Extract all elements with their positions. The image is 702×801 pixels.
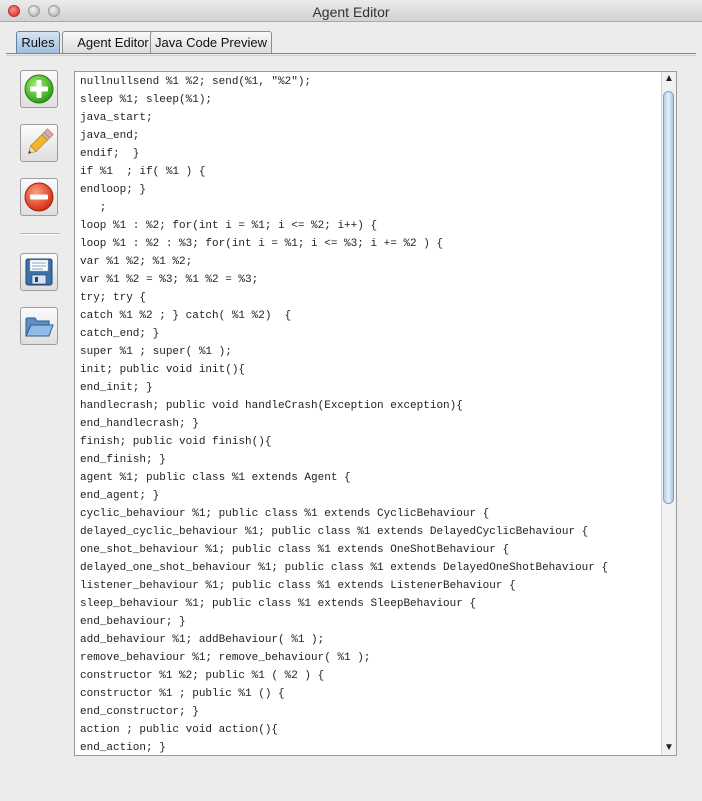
code-line: init; public void init(){	[80, 364, 246, 376]
scroll-up-arrow-icon[interactable]: ▲	[662, 72, 676, 86]
remove-rule-button[interactable]	[20, 178, 58, 216]
code-line: constructor %1 %2; public %1 ( %2 ) {	[80, 670, 325, 682]
code-line: sleep_behaviour %1; public class %1 exte…	[80, 598, 477, 610]
code-line: var %1 %2 = %3; %1 %2 = %3;	[80, 274, 259, 286]
rules-text-area[interactable]: nullnullsend %1 %2; send(%1, "%2"); sleep…	[74, 71, 677, 756]
code-line: try; try {	[80, 292, 147, 304]
code-line: catch %1 %2 ; } catch( %1 %2) {	[80, 310, 292, 322]
code-line: ;	[80, 202, 107, 214]
code-line: if %1 ; if( %1 ) {	[80, 166, 206, 178]
code-line: end_init; }	[80, 382, 153, 394]
code-line: action ; public void action(){	[80, 724, 279, 736]
add-rule-button[interactable]	[20, 70, 58, 108]
tab-rules[interactable]: Rules	[16, 31, 60, 53]
code-line: end_finish; }	[80, 454, 166, 466]
code-line: java_end;	[80, 130, 140, 142]
remove-icon	[24, 182, 54, 212]
code-line: super %1 ; super( %1 );	[80, 346, 232, 358]
vertical-scrollbar[interactable]: ▲ ▼	[661, 72, 676, 755]
code-line: constructor %1 ; public %1 () {	[80, 688, 285, 700]
code-line: delayed_cyclic_behaviour %1; public clas…	[80, 526, 589, 538]
code-line: end_constructor; }	[80, 706, 199, 718]
add-icon	[24, 74, 54, 104]
code-line: nullnullsend %1 %2; send(%1, "%2");	[80, 76, 312, 88]
code-line: remove_behaviour %1; remove_behaviour( %…	[80, 652, 371, 664]
code-line: java_start;	[80, 112, 153, 124]
code-line: agent %1; public class %1 extends Agent …	[80, 472, 351, 484]
code-line: endloop; }	[80, 184, 147, 196]
tab-java-code-preview[interactable]: Java Code Preview	[150, 31, 272, 53]
window-title: Agent Editor	[312, 4, 390, 20]
save-icon	[25, 258, 53, 286]
code-line: loop %1 : %2; for(int i = %1; i <= %2; i…	[80, 220, 378, 232]
edit-rule-button[interactable]	[20, 124, 58, 162]
code-line: listener_behaviour %1; public class %1 e…	[80, 580, 516, 592]
code-line: handlecrash; public void handleCrash(Exc…	[80, 400, 463, 412]
code-line: end_behaviour; }	[80, 616, 186, 628]
code-line: end_handlecrash; }	[80, 418, 199, 430]
scrollbar-thumb[interactable]	[663, 91, 674, 504]
code-line: endif; }	[80, 148, 140, 160]
save-button[interactable]	[20, 253, 58, 291]
code-line: end_action; }	[80, 742, 166, 754]
pencil-icon	[27, 128, 54, 155]
scroll-down-arrow-icon[interactable]: ▼	[662, 741, 676, 755]
code-line: catch_end; }	[80, 328, 160, 340]
open-button[interactable]	[20, 307, 58, 345]
tab-agent-editor[interactable]: Agent Editor	[62, 31, 164, 53]
code-line: sleep %1; sleep(%1);	[80, 94, 213, 106]
title-bar: Agent Editor	[0, 0, 702, 22]
folder-open-icon	[25, 317, 54, 337]
code-line: loop %1 : %2 : %3; for(int i = %1; i <= …	[80, 238, 444, 250]
code-line: delayed_one_shot_behaviour %1; public cl…	[80, 562, 609, 574]
code-line: cyclic_behaviour %1; public class %1 ext…	[80, 508, 490, 520]
code-line: finish; public void finish(){	[80, 436, 272, 448]
code-line: end_agent; }	[80, 490, 160, 502]
code-line: var %1 %2; %1 %2;	[80, 256, 193, 268]
tab-divider	[6, 53, 696, 56]
code-line: add_behaviour %1; addBehaviour( %1 );	[80, 634, 325, 646]
code-line: one_shot_behaviour %1; public class %1 e…	[80, 544, 510, 556]
toolbar-separator	[20, 233, 60, 235]
rules-code: nullnullsend %1 %2; send(%1, "%2"); sleep…	[80, 73, 660, 755]
